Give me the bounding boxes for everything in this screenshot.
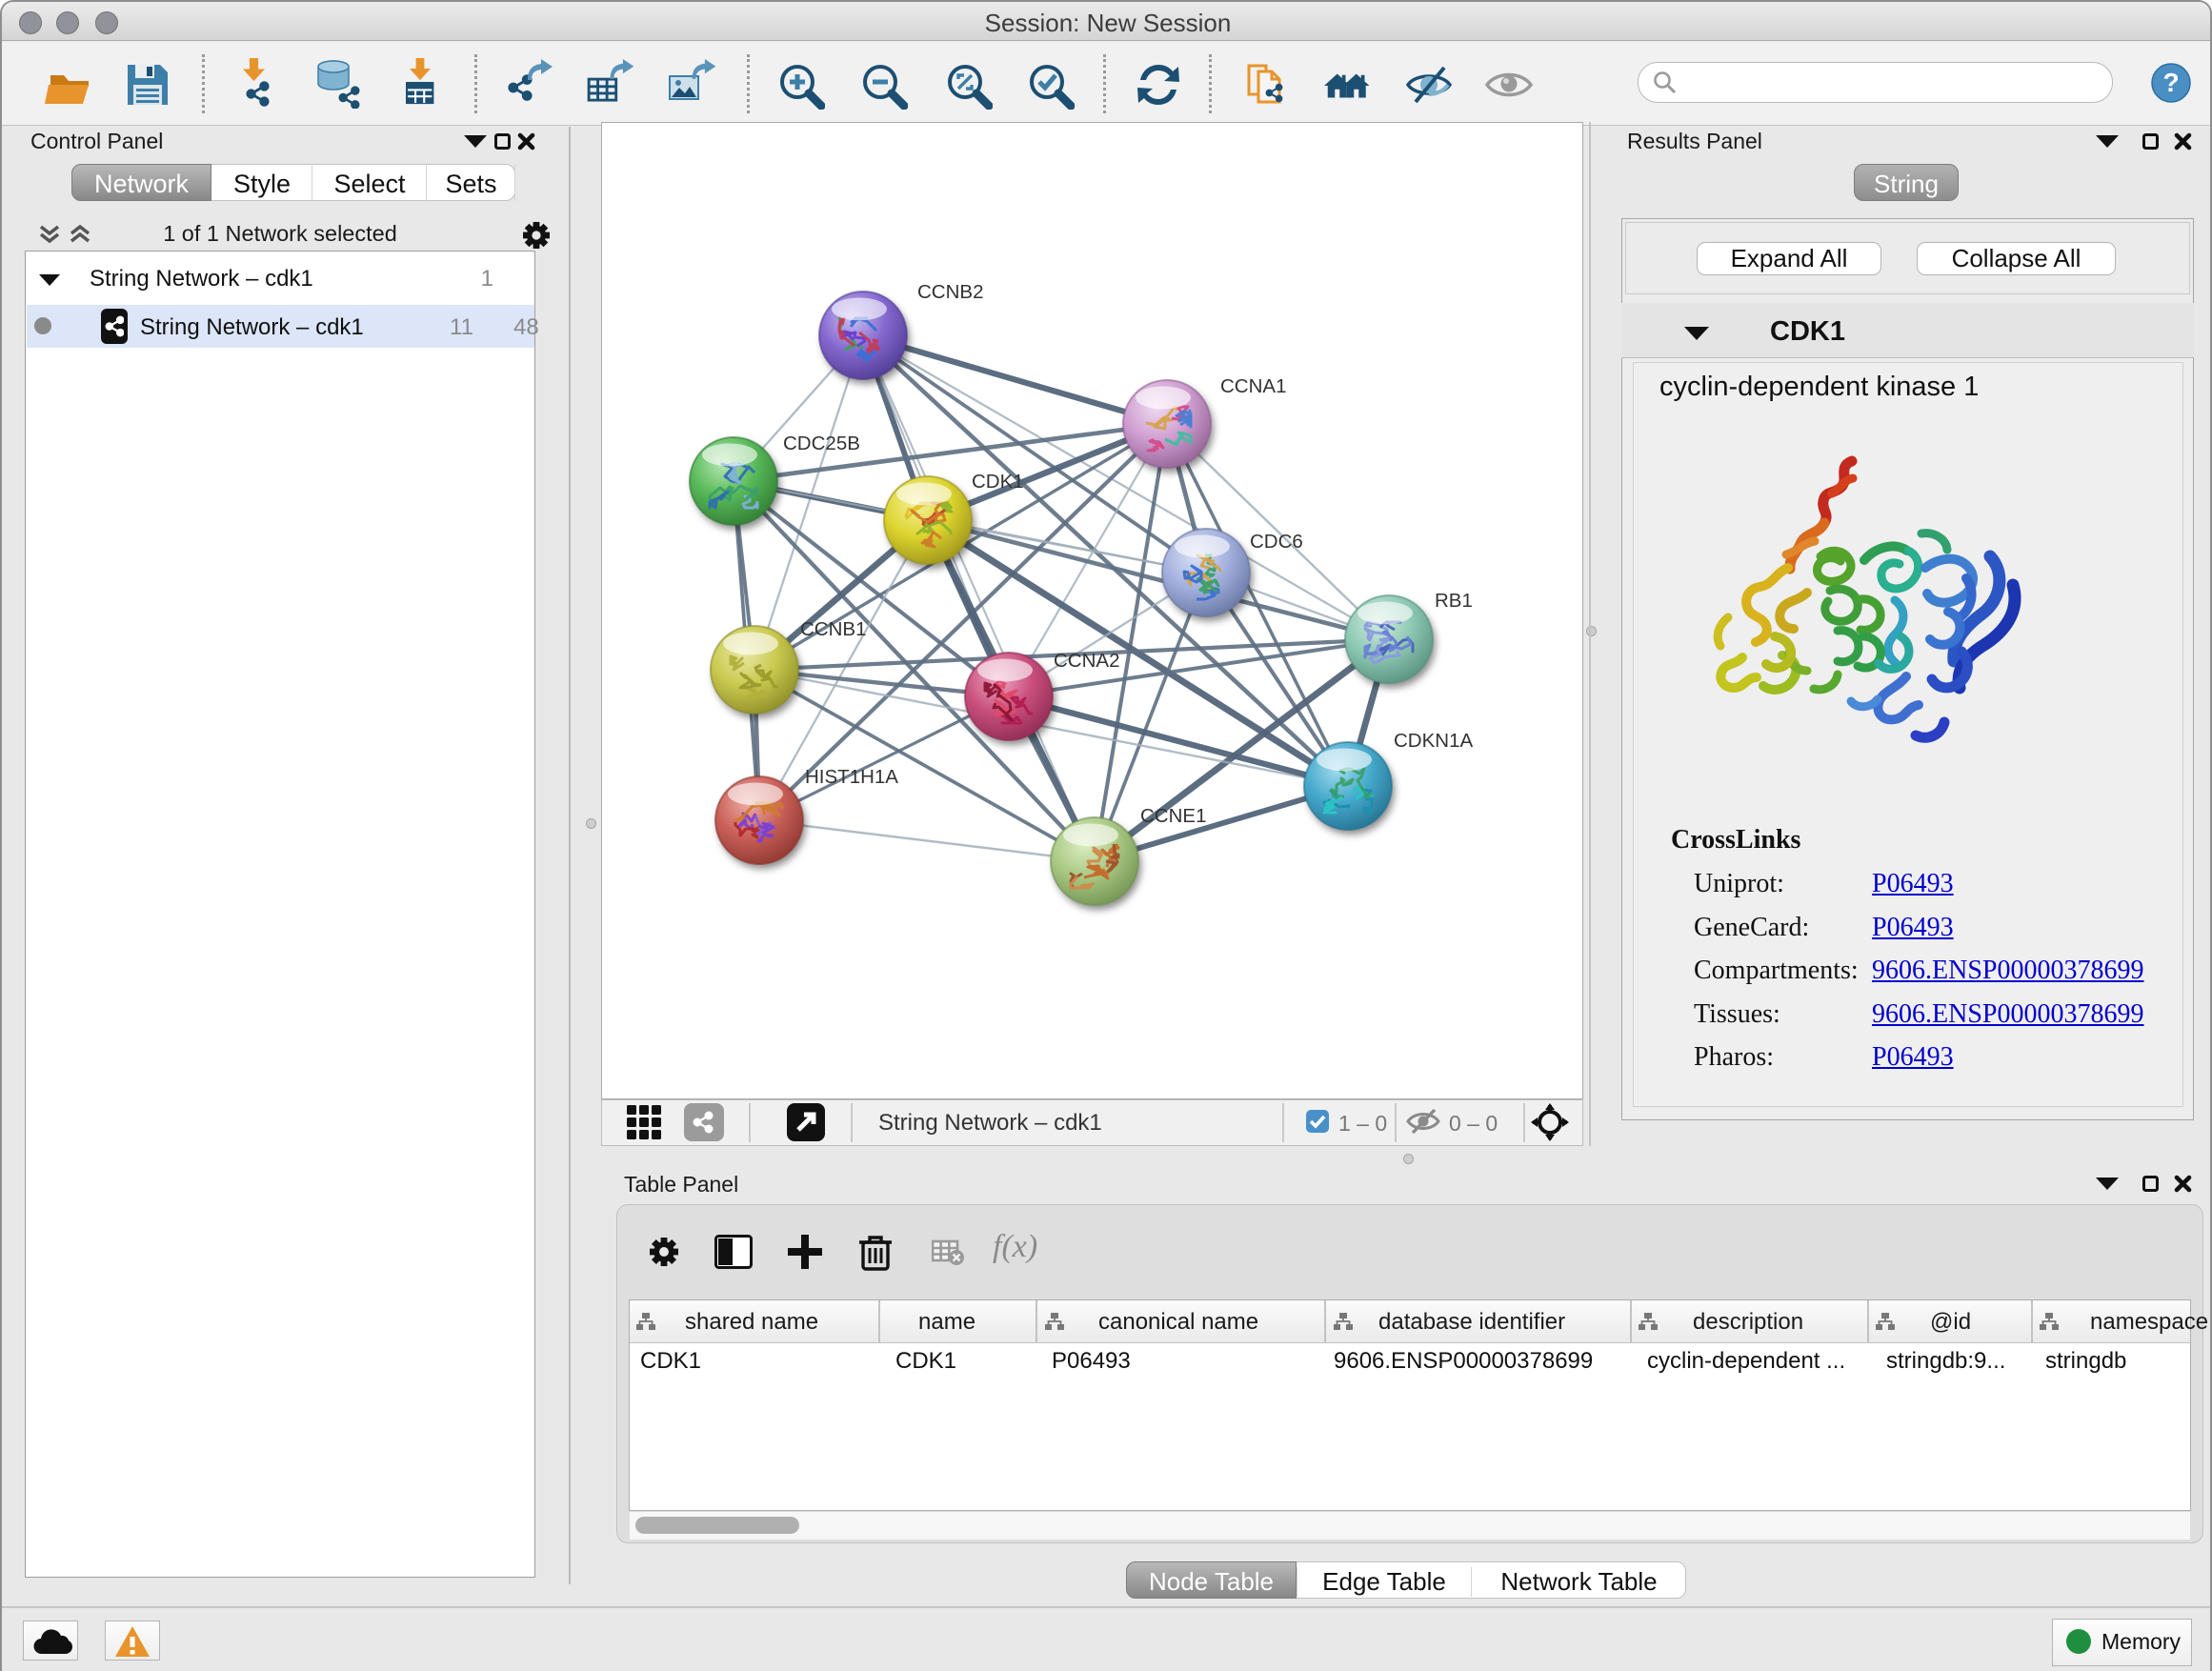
svg-text:RB1: RB1 [1435, 590, 1473, 612]
svg-text:CCNE1: CCNE1 [1140, 805, 1207, 827]
svg-text:HIST1H1A: HIST1H1A [805, 766, 898, 788]
svg-text:CDC6: CDC6 [1250, 531, 1303, 553]
svg-text:CCNA1: CCNA1 [1220, 375, 1287, 397]
svg-text:CCNA2: CCNA2 [1054, 650, 1120, 672]
svg-text:CCNB1: CCNB1 [800, 618, 867, 640]
svg-text:CDC25B: CDC25B [783, 433, 860, 454]
svg-text:CDK1: CDK1 [972, 471, 1024, 493]
svg-text:CDKN1A: CDKN1A [1394, 730, 1473, 752]
svg-text:?: ? [2162, 68, 2179, 97]
svg-text:CCNB2: CCNB2 [917, 281, 984, 303]
